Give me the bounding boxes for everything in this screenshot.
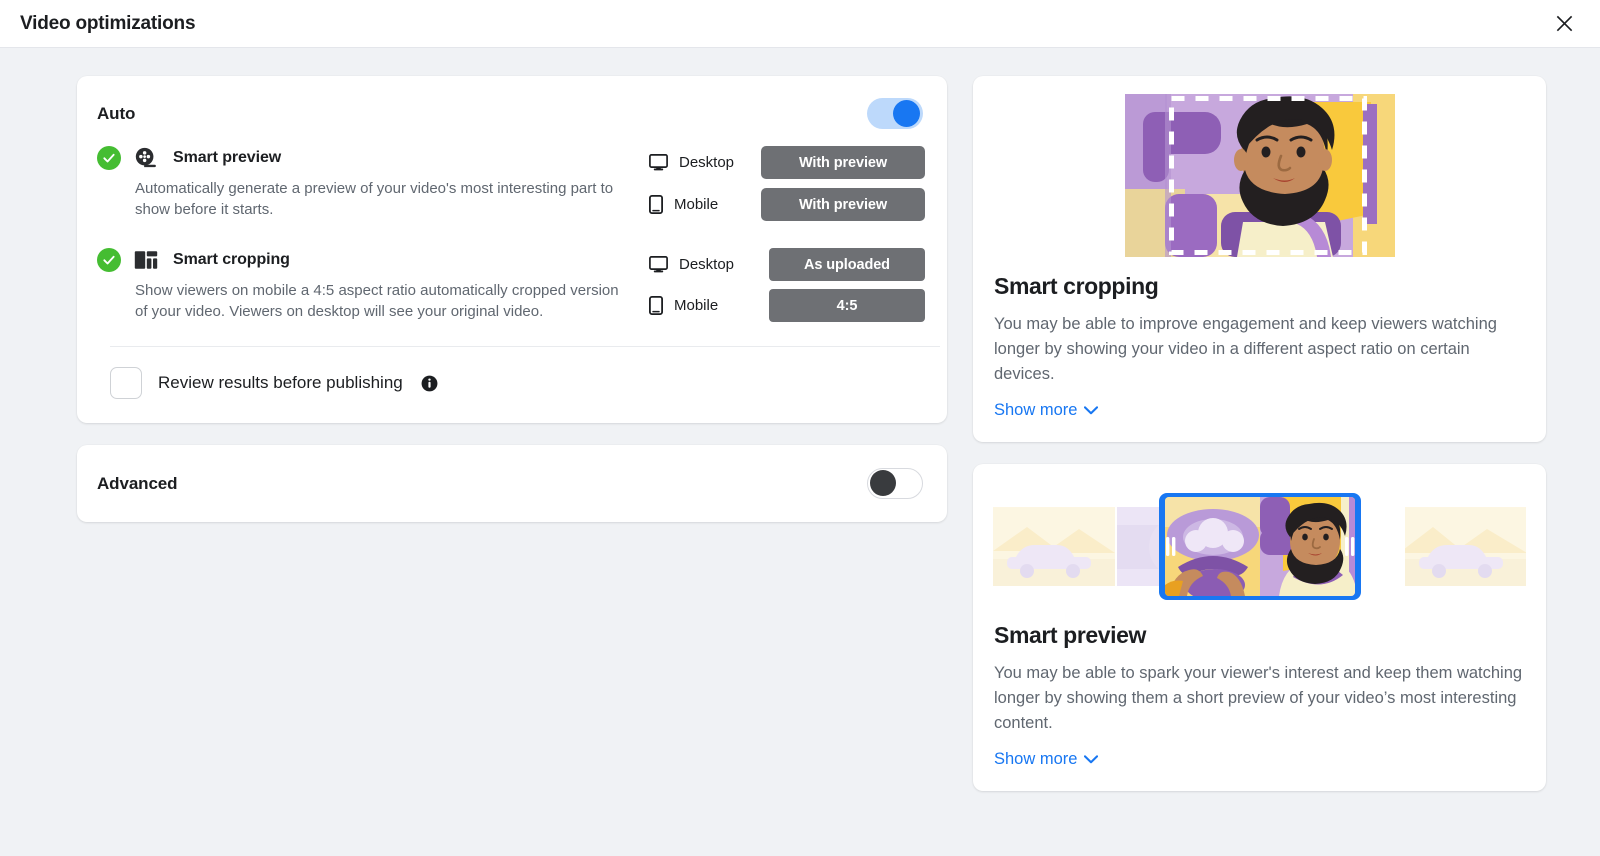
device-row-desktop: Desktop With preview xyxy=(649,146,925,179)
status-enabled-icon xyxy=(97,248,121,272)
desktop-icon xyxy=(649,154,668,171)
chevron-down-icon xyxy=(1084,755,1098,764)
mobile-icon xyxy=(649,296,663,315)
setting-value-desktop[interactable]: As uploaded xyxy=(769,248,925,281)
crop-layout-icon xyxy=(133,248,159,272)
feature-name: Smart cropping xyxy=(173,251,290,269)
device-name: Mobile xyxy=(674,297,718,314)
info-card-description: You may be able to improve engagement an… xyxy=(994,312,1526,387)
advanced-toggle-knob xyxy=(870,470,896,496)
advanced-section-header: Advanced xyxy=(97,468,925,499)
show-more-button[interactable]: Show more xyxy=(994,401,1098,420)
device-label-desktop: Desktop xyxy=(649,256,769,273)
feature-title-row: Smart preview xyxy=(97,145,639,171)
device-name: Desktop xyxy=(679,154,734,171)
feature-description-block: Smart preview Automatically generate a p… xyxy=(97,145,649,221)
show-more-button[interactable]: Show more xyxy=(994,750,1098,769)
device-row-mobile: Mobile 4:5 xyxy=(649,289,925,322)
device-label-mobile: Mobile xyxy=(649,296,769,315)
info-column: Smart cropping You may be able to improv… xyxy=(973,76,1546,791)
video-optimizations-dialog: Video optimizations Auto xyxy=(0,0,1600,856)
info-icon[interactable] xyxy=(421,375,438,392)
checkmark-icon xyxy=(102,253,116,267)
auto-section-header: Auto xyxy=(97,98,925,129)
mobile-icon xyxy=(649,195,663,214)
info-card-smart-preview: Smart preview You may be able to spark y… xyxy=(973,464,1546,791)
device-row-desktop: Desktop As uploaded xyxy=(649,248,925,281)
auto-toggle[interactable] xyxy=(867,98,923,129)
page-title: Video optimizations xyxy=(20,13,195,35)
dialog-body: Auto xyxy=(0,48,1600,856)
info-card-title: Smart cropping xyxy=(994,273,1526,300)
feature-title-row: Smart cropping xyxy=(97,247,639,273)
advanced-toggle[interactable] xyxy=(867,468,923,499)
feature-row-smart-cropping: Smart cropping Show viewers on mobile a … xyxy=(97,221,925,322)
review-results-label: Review results before publishing xyxy=(158,373,403,393)
setting-value-desktop[interactable]: With preview xyxy=(761,146,925,179)
auto-section-title: Auto xyxy=(97,104,135,124)
smart-preview-illustration xyxy=(993,486,1526,606)
feature-device-settings: Desktop As uploaded Mobile xyxy=(649,247,925,322)
auto-toggle-knob xyxy=(893,100,920,127)
checkmark-icon xyxy=(102,151,116,165)
feature-name: Smart preview xyxy=(173,149,281,167)
settings-column: Auto xyxy=(77,76,947,522)
feature-row-smart-preview: Smart preview Automatically generate a p… xyxy=(97,129,925,221)
device-label-mobile: Mobile xyxy=(649,195,761,214)
review-results-checkbox[interactable] xyxy=(110,367,142,399)
auto-settings-card: Auto xyxy=(77,76,947,423)
device-label-desktop: Desktop xyxy=(649,154,761,171)
desktop-icon xyxy=(649,256,668,273)
dialog-header: Video optimizations xyxy=(0,0,1600,48)
review-results-row: Review results before publishing xyxy=(97,347,925,423)
close-button[interactable] xyxy=(1546,6,1582,42)
setting-value-mobile[interactable]: 4:5 xyxy=(769,289,925,322)
info-card-smart-cropping: Smart cropping You may be able to improv… xyxy=(973,76,1546,442)
device-name: Mobile xyxy=(674,196,718,213)
info-card-title: Smart preview xyxy=(994,622,1526,649)
close-icon xyxy=(1554,13,1575,34)
show-more-label: Show more xyxy=(994,750,1077,769)
advanced-settings-card: Advanced xyxy=(77,445,947,522)
film-reel-icon xyxy=(133,146,159,170)
setting-value-mobile[interactable]: With preview xyxy=(761,188,925,221)
smart-cropping-illustration xyxy=(1125,94,1395,257)
show-more-label: Show more xyxy=(994,401,1077,420)
info-card-description: You may be able to spark your viewer's i… xyxy=(994,661,1526,736)
feature-description: Automatically generate a preview of your… xyxy=(135,178,627,220)
device-row-mobile: Mobile With preview xyxy=(649,188,925,221)
feature-description: Show viewers on mobile a 4:5 aspect rati… xyxy=(135,280,627,322)
status-enabled-icon xyxy=(97,146,121,170)
feature-device-settings: Desktop With preview Mobile xyxy=(649,145,925,221)
device-name: Desktop xyxy=(679,256,734,273)
chevron-down-icon xyxy=(1084,406,1098,415)
advanced-section-title: Advanced xyxy=(97,474,177,494)
feature-description-block: Smart cropping Show viewers on mobile a … xyxy=(97,247,649,322)
